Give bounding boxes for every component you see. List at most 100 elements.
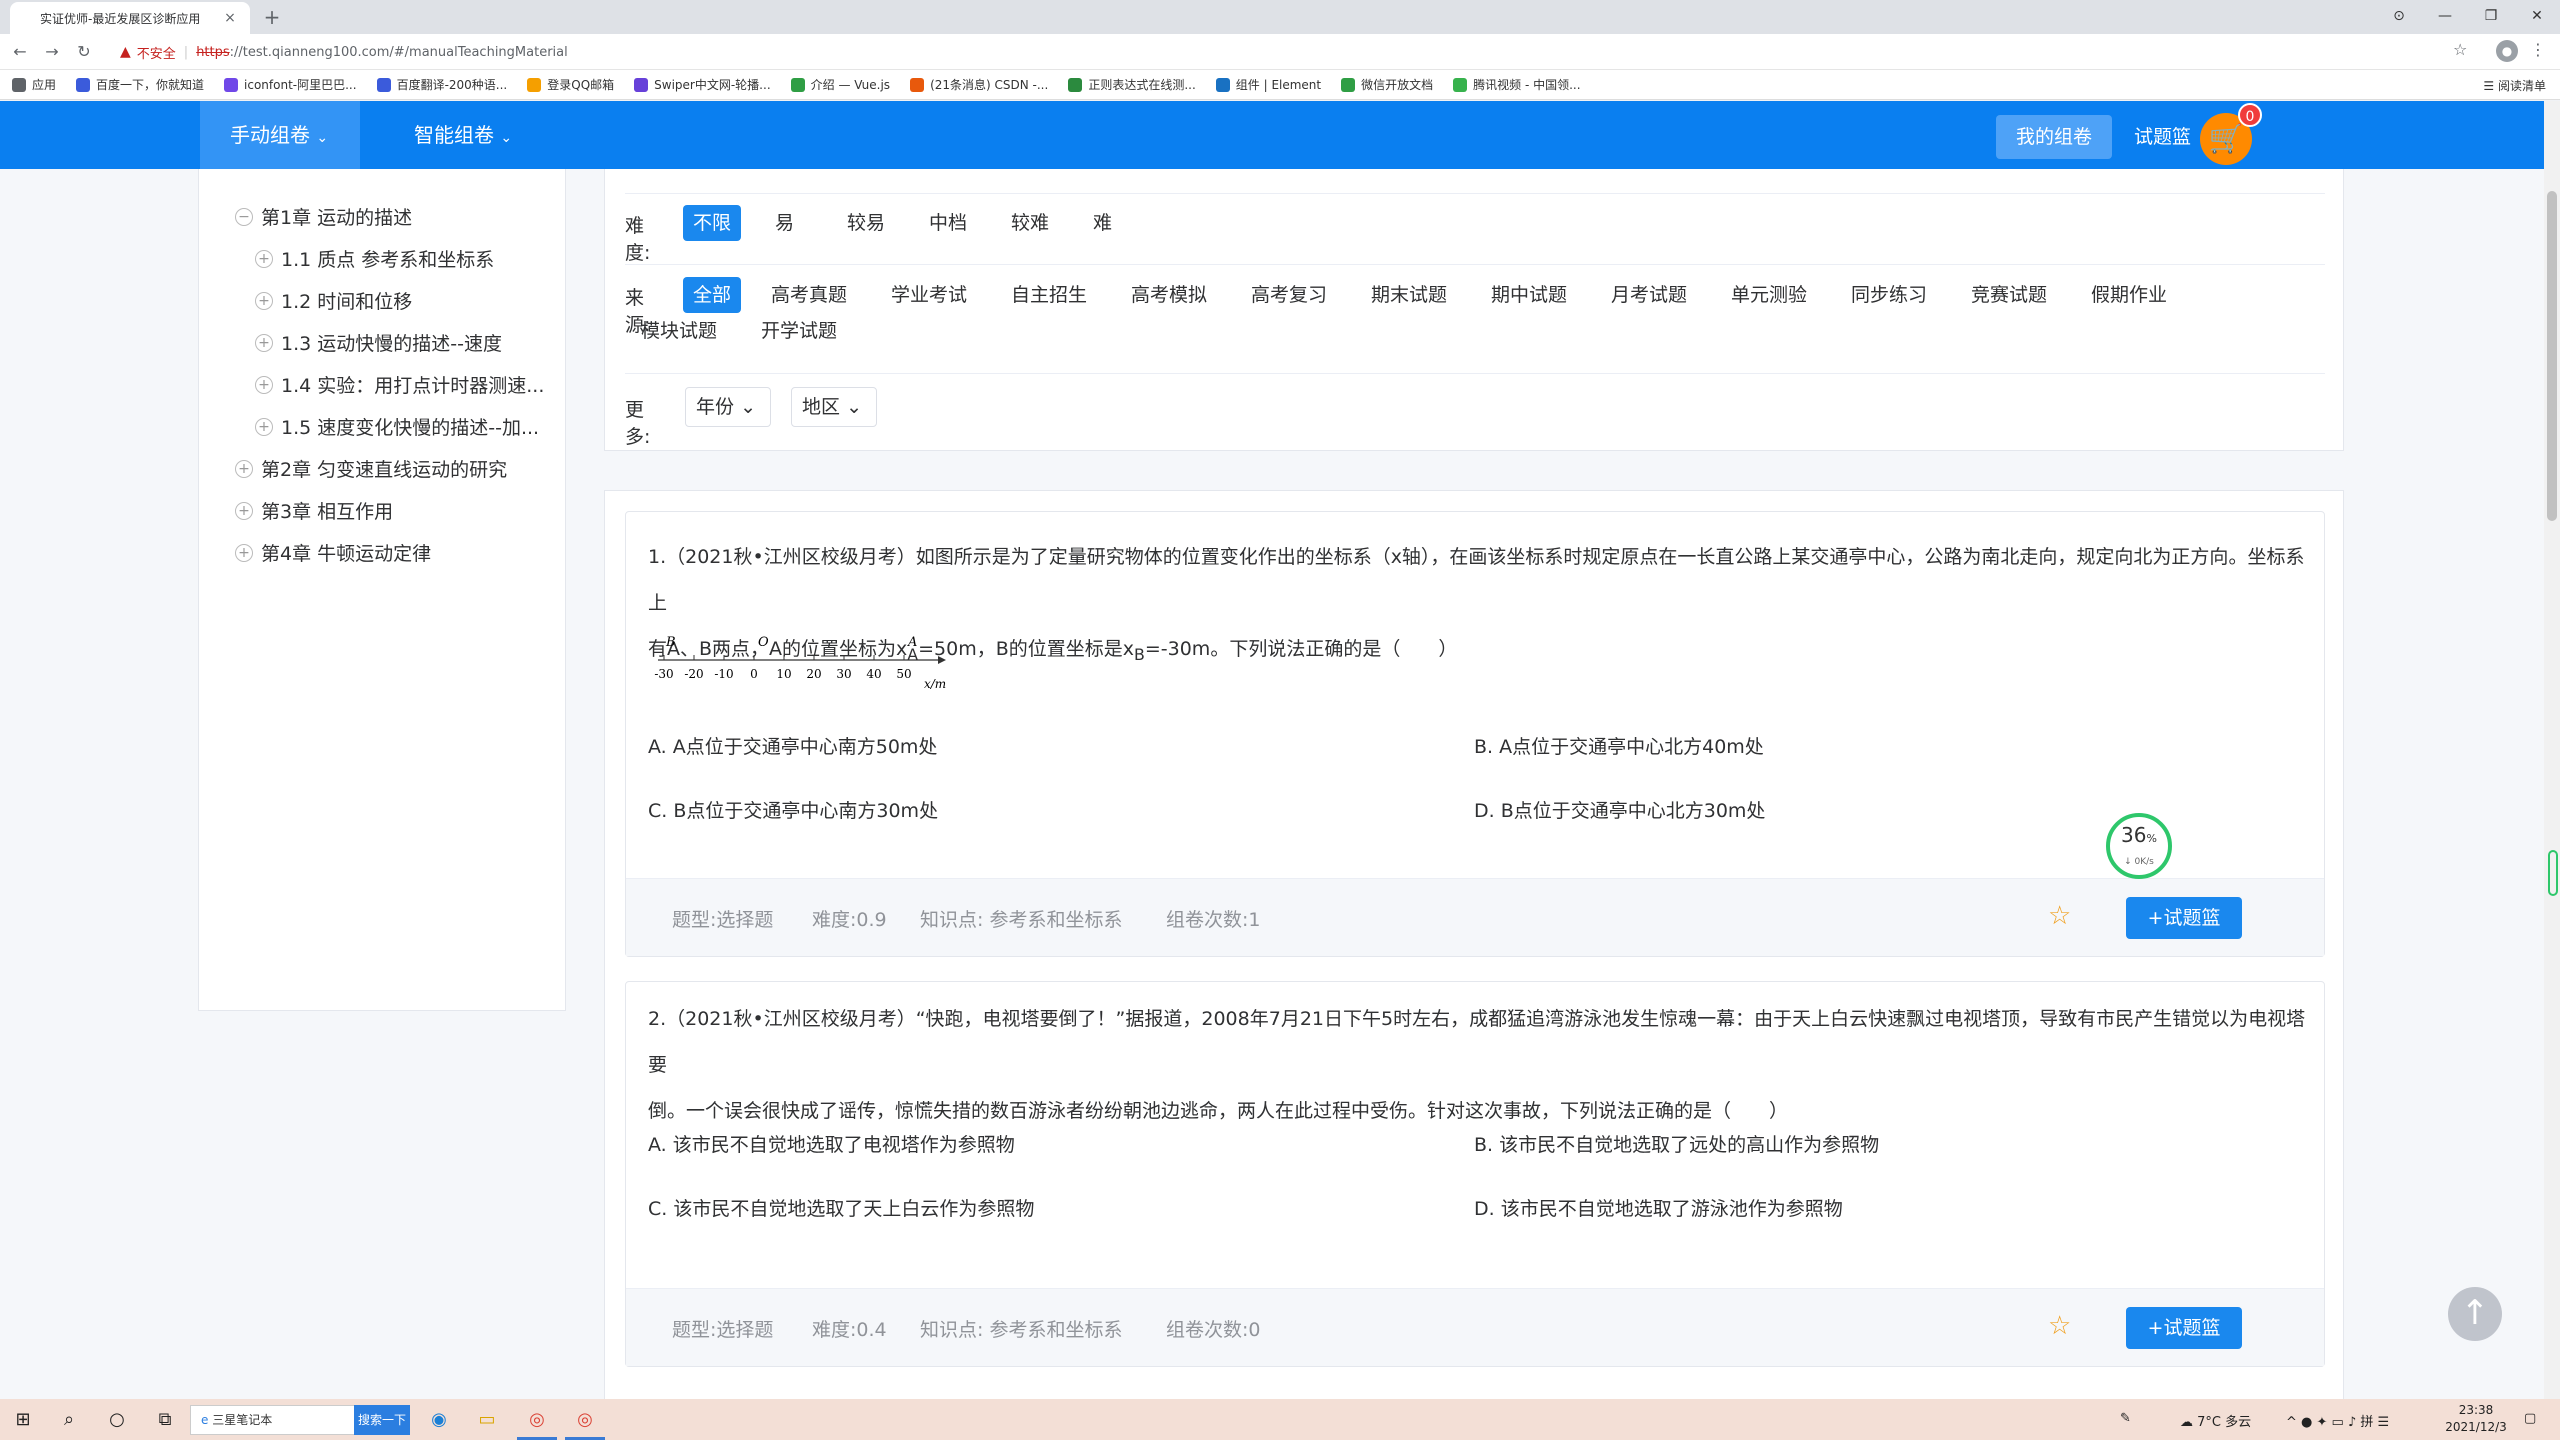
option-b[interactable]: B. A点位于交通亭中心北方40m处: [1474, 732, 1764, 759]
difficulty-option-any[interactable]: 不限: [683, 205, 742, 241]
bookmark-item[interactable]: 介绍 — Vue.js: [790, 76, 890, 93]
difficulty-option[interactable]: 难: [1083, 205, 1122, 241]
source-option[interactable]: 竞赛试题: [1961, 277, 2057, 313]
tab-close-icon[interactable]: ×: [222, 10, 238, 26]
basket-link[interactable]: 试题篮: [2114, 115, 2211, 159]
bookmark-item[interactable]: 组件 | Element: [1215, 76, 1321, 93]
option-d[interactable]: D. B点位于交通亭中心北方30m处: [1474, 796, 1765, 823]
network-speed-widget[interactable]: 36% ↓ 0K/s: [2106, 813, 2172, 879]
source-option[interactable]: 同步练习: [1841, 277, 1937, 313]
side-handle[interactable]: [2548, 850, 2558, 896]
tree-chapter-2[interactable]: + 第2章 匀变速直线运动的研究: [235, 455, 507, 482]
difficulty-option[interactable]: 中档: [919, 205, 977, 241]
bookmark-item[interactable]: Swiper中文网-轮播...: [634, 76, 771, 93]
clock[interactable]: 23:38 2021/12/3: [2436, 1402, 2516, 1436]
pen-icon[interactable]: ✎: [2120, 1411, 2131, 1426]
collapse-icon[interactable]: −: [235, 207, 253, 226]
difficulty-option[interactable]: 较难: [1001, 205, 1059, 241]
new-tab-button[interactable]: +: [260, 5, 284, 29]
bookmark-item[interactable]: 百度翻译-200种语...: [376, 76, 507, 93]
bookmark-star-icon[interactable]: ☆: [2453, 40, 2467, 59]
option-c[interactable]: C. B点位于交通亭中心南方30m处: [648, 796, 938, 823]
chrome-icon[interactable]: ◎: [524, 1407, 550, 1433]
task-view-icon[interactable]: ⧉: [152, 1407, 178, 1433]
not-secure-label[interactable]: 不安全: [137, 43, 176, 62]
add-to-basket-button[interactable]: +试题篮: [2126, 897, 2242, 939]
source-option[interactable]: 高考复习: [1241, 277, 1337, 313]
profile-avatar[interactable]: ●: [2496, 40, 2518, 62]
bookmark-item[interactable]: 百度一下，你就知道: [76, 76, 204, 93]
reload-icon[interactable]: ↻: [72, 40, 96, 64]
reading-list[interactable]: ☰ 阅读清单: [2483, 77, 2546, 94]
search-icon[interactable]: ⌕: [56, 1407, 82, 1433]
weather-widget[interactable]: ☁ 7°C 多云: [2180, 1411, 2251, 1430]
edge-icon[interactable]: ◉: [426, 1407, 452, 1433]
nav-smart-compose[interactable]: 智能组卷 ⌄: [384, 101, 544, 169]
windows-start-icon[interactable]: ⊞: [10, 1407, 36, 1433]
source-option[interactable]: 期中试题: [1481, 277, 1577, 313]
bookmark-item[interactable]: iconfont-阿里巴巴...: [224, 76, 357, 93]
tray-icons[interactable]: ^ ● ✦ ▭ ♪ 拼 ☰: [2286, 1411, 2389, 1430]
expand-icon[interactable]: +: [255, 291, 273, 310]
tree-section-1-1[interactable]: +1.1 质点 参考系和坐标系: [255, 245, 494, 272]
favorite-star-icon[interactable]: ☆: [2048, 901, 2071, 931]
tab-search-icon[interactable]: ⊙: [2384, 4, 2414, 28]
expand-icon[interactable]: +: [235, 459, 253, 478]
tree-chapter-3[interactable]: + 第3章 相互作用: [235, 497, 393, 524]
difficulty-option[interactable]: 易: [765, 205, 804, 241]
option-a[interactable]: A. A点位于交通亭中心南方50m处: [648, 732, 937, 759]
minimize-icon[interactable]: —: [2430, 4, 2460, 28]
tree-chapter-4[interactable]: + 第4章 牛顿运动定律: [235, 539, 431, 566]
tree-section-1-5[interactable]: +1.5 速度变化快慢的描述--加...: [255, 413, 539, 440]
bookmark-item[interactable]: 登录QQ邮箱: [527, 76, 614, 93]
source-option[interactable]: 自主招生: [1001, 277, 1097, 313]
forward-icon[interactable]: →: [40, 40, 64, 64]
my-papers-button[interactable]: 我的组卷: [1996, 115, 2113, 159]
window-close-icon[interactable]: ✕: [2522, 4, 2552, 28]
expand-icon[interactable]: +: [255, 375, 273, 394]
source-option[interactable]: 高考模拟: [1121, 277, 1217, 313]
expand-icon[interactable]: +: [255, 249, 273, 268]
source-option[interactable]: 单元测验: [1721, 277, 1817, 313]
back-icon[interactable]: ←: [8, 40, 32, 64]
tree-chapter-1[interactable]: − 第1章 运动的描述: [235, 203, 412, 230]
expand-icon[interactable]: +: [255, 417, 273, 436]
restore-icon[interactable]: ❐: [2476, 4, 2506, 28]
tree-section-1-2[interactable]: +1.2 时间和位移: [255, 287, 412, 314]
url-input[interactable]: ▲ 不安全 | https ://test.qianneng100.com/#/…: [110, 38, 2440, 66]
bookmark-item[interactable]: 正则表达式在线测...: [1068, 76, 1196, 93]
bookmark-item[interactable]: 腾讯视频 - 中国领...: [1453, 76, 1581, 93]
file-explorer-icon[interactable]: ▭: [474, 1407, 500, 1433]
source-option[interactable]: 期末试题: [1361, 277, 1457, 313]
back-to-top-button[interactable]: ↑: [2448, 1287, 2502, 1341]
region-select[interactable]: 地区 ⌄: [791, 387, 877, 427]
bookmark-item[interactable]: 微信开放文档: [1341, 76, 1433, 93]
scrollbar-thumb[interactable]: [2547, 191, 2557, 521]
option-d[interactable]: D. 该市民不自觉地选取了游泳池作为参照物: [1474, 1194, 1843, 1221]
source-option[interactable]: 开学试题: [751, 313, 847, 349]
source-option[interactable]: 高考真题: [761, 277, 857, 313]
favorite-star-icon[interactable]: ☆: [2048, 1311, 2071, 1341]
cortana-icon[interactable]: ○: [104, 1407, 130, 1433]
option-a[interactable]: A. 该市民不自觉地选取了电视塔作为参照物: [648, 1130, 1015, 1157]
page-scrollbar[interactable]: [2544, 101, 2560, 1399]
chrome-icon[interactable]: ◎: [572, 1407, 598, 1433]
source-option[interactable]: 月考试题: [1601, 277, 1697, 313]
taskbar-search-button[interactable]: 搜索一下: [354, 1405, 410, 1435]
year-select[interactable]: 年份 ⌄: [685, 387, 771, 427]
nav-manual-compose[interactable]: 手动组卷 ⌄: [200, 101, 360, 169]
expand-icon[interactable]: +: [235, 543, 253, 562]
notifications-icon[interactable]: ▢: [2524, 1411, 2536, 1426]
browser-tab[interactable]: 实证优师-最近发展区诊断应用 ×: [10, 2, 250, 34]
add-to-basket-button[interactable]: +试题篮: [2126, 1307, 2242, 1349]
option-c[interactable]: C. 该市民不自觉地选取了天上白云作为参照物: [648, 1194, 1034, 1221]
source-option-all[interactable]: 全部: [683, 277, 742, 313]
source-option[interactable]: 学业考试: [881, 277, 977, 313]
expand-icon[interactable]: +: [255, 333, 273, 352]
difficulty-option[interactable]: 较易: [837, 205, 895, 241]
browser-menu-icon[interactable]: ⋮: [2530, 40, 2546, 59]
tree-section-1-3[interactable]: +1.3 运动快慢的描述--速度: [255, 329, 502, 356]
bookmark-apps[interactable]: 应用: [12, 76, 56, 93]
source-option[interactable]: 假期作业: [2081, 277, 2177, 313]
option-b[interactable]: B. 该市民不自觉地选取了远处的高山作为参照物: [1474, 1130, 1879, 1157]
